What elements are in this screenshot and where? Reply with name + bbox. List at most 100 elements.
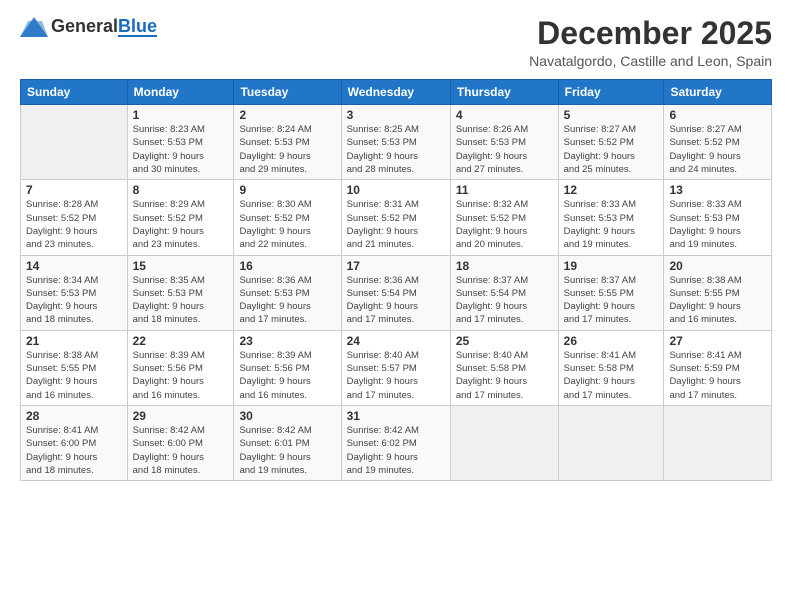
weekday-header-row: SundayMondayTuesdayWednesdayThursdayFrid… (21, 80, 772, 105)
day-number: 22 (133, 334, 229, 348)
calendar-cell: 2Sunrise: 8:24 AM Sunset: 5:53 PM Daylig… (234, 105, 341, 180)
calendar-cell: 8Sunrise: 8:29 AM Sunset: 5:52 PM Daylig… (127, 180, 234, 255)
day-number: 23 (239, 334, 335, 348)
calendar-week-row: 28Sunrise: 8:41 AM Sunset: 6:00 PM Dayli… (21, 405, 772, 480)
day-number: 30 (239, 409, 335, 423)
day-number: 16 (239, 259, 335, 273)
calendar-cell: 17Sunrise: 8:36 AM Sunset: 5:54 PM Dayli… (341, 255, 450, 330)
day-number: 3 (347, 108, 445, 122)
day-info: Sunrise: 8:38 AM Sunset: 5:55 PM Dayligh… (26, 349, 122, 402)
day-number: 11 (456, 183, 553, 197)
day-info: Sunrise: 8:42 AM Sunset: 6:00 PM Dayligh… (133, 424, 229, 477)
logo: GeneralBlue (20, 16, 157, 37)
calendar-cell: 15Sunrise: 8:35 AM Sunset: 5:53 PM Dayli… (127, 255, 234, 330)
day-info: Sunrise: 8:28 AM Sunset: 5:52 PM Dayligh… (26, 198, 122, 251)
weekday-header-monday: Monday (127, 80, 234, 105)
day-info: Sunrise: 8:25 AM Sunset: 5:53 PM Dayligh… (347, 123, 445, 176)
day-info: Sunrise: 8:38 AM Sunset: 5:55 PM Dayligh… (669, 274, 766, 327)
calendar-cell: 1Sunrise: 8:23 AM Sunset: 5:53 PM Daylig… (127, 105, 234, 180)
day-number: 25 (456, 334, 553, 348)
calendar-cell: 21Sunrise: 8:38 AM Sunset: 5:55 PM Dayli… (21, 330, 128, 405)
weekday-header-sunday: Sunday (21, 80, 128, 105)
month-title: December 2025 (529, 16, 772, 51)
day-info: Sunrise: 8:24 AM Sunset: 5:53 PM Dayligh… (239, 123, 335, 176)
calendar-cell: 31Sunrise: 8:42 AM Sunset: 6:02 PM Dayli… (341, 405, 450, 480)
weekday-header-tuesday: Tuesday (234, 80, 341, 105)
day-number: 9 (239, 183, 335, 197)
day-info: Sunrise: 8:42 AM Sunset: 6:02 PM Dayligh… (347, 424, 445, 477)
day-number: 28 (26, 409, 122, 423)
day-number: 1 (133, 108, 229, 122)
calendar-cell (450, 405, 558, 480)
calendar-cell: 14Sunrise: 8:34 AM Sunset: 5:53 PM Dayli… (21, 255, 128, 330)
calendar-cell: 10Sunrise: 8:31 AM Sunset: 5:52 PM Dayli… (341, 180, 450, 255)
logo-text-blue: Blue (118, 17, 157, 37)
calendar-cell: 26Sunrise: 8:41 AM Sunset: 5:58 PM Dayli… (558, 330, 664, 405)
day-info: Sunrise: 8:41 AM Sunset: 5:58 PM Dayligh… (564, 349, 659, 402)
calendar-cell: 25Sunrise: 8:40 AM Sunset: 5:58 PM Dayli… (450, 330, 558, 405)
day-info: Sunrise: 8:31 AM Sunset: 5:52 PM Dayligh… (347, 198, 445, 251)
day-number: 13 (669, 183, 766, 197)
day-number: 8 (133, 183, 229, 197)
day-number: 10 (347, 183, 445, 197)
day-number: 19 (564, 259, 659, 273)
calendar-cell: 6Sunrise: 8:27 AM Sunset: 5:52 PM Daylig… (664, 105, 772, 180)
day-info: Sunrise: 8:32 AM Sunset: 5:52 PM Dayligh… (456, 198, 553, 251)
weekday-header-wednesday: Wednesday (341, 80, 450, 105)
calendar-cell: 22Sunrise: 8:39 AM Sunset: 5:56 PM Dayli… (127, 330, 234, 405)
day-number: 5 (564, 108, 659, 122)
day-info: Sunrise: 8:29 AM Sunset: 5:52 PM Dayligh… (133, 198, 229, 251)
day-info: Sunrise: 8:26 AM Sunset: 5:53 PM Dayligh… (456, 123, 553, 176)
calendar-week-row: 14Sunrise: 8:34 AM Sunset: 5:53 PM Dayli… (21, 255, 772, 330)
weekday-header-thursday: Thursday (450, 80, 558, 105)
calendar-cell: 27Sunrise: 8:41 AM Sunset: 5:59 PM Dayli… (664, 330, 772, 405)
calendar-cell: 12Sunrise: 8:33 AM Sunset: 5:53 PM Dayli… (558, 180, 664, 255)
calendar-cell (664, 405, 772, 480)
day-number: 20 (669, 259, 766, 273)
day-info: Sunrise: 8:35 AM Sunset: 5:53 PM Dayligh… (133, 274, 229, 327)
day-number: 14 (26, 259, 122, 273)
calendar-cell: 11Sunrise: 8:32 AM Sunset: 5:52 PM Dayli… (450, 180, 558, 255)
weekday-header-friday: Friday (558, 80, 664, 105)
calendar-cell: 18Sunrise: 8:37 AM Sunset: 5:54 PM Dayli… (450, 255, 558, 330)
day-info: Sunrise: 8:33 AM Sunset: 5:53 PM Dayligh… (564, 198, 659, 251)
calendar-week-row: 7Sunrise: 8:28 AM Sunset: 5:52 PM Daylig… (21, 180, 772, 255)
day-info: Sunrise: 8:27 AM Sunset: 5:52 PM Dayligh… (564, 123, 659, 176)
day-number: 17 (347, 259, 445, 273)
day-info: Sunrise: 8:36 AM Sunset: 5:53 PM Dayligh… (239, 274, 335, 327)
title-block: December 2025 Navatalgordo, Castille and… (529, 16, 772, 69)
calendar-cell: 30Sunrise: 8:42 AM Sunset: 6:01 PM Dayli… (234, 405, 341, 480)
logo-text-general: General (51, 16, 118, 37)
day-number: 2 (239, 108, 335, 122)
day-number: 31 (347, 409, 445, 423)
day-info: Sunrise: 8:42 AM Sunset: 6:01 PM Dayligh… (239, 424, 335, 477)
day-info: Sunrise: 8:23 AM Sunset: 5:53 PM Dayligh… (133, 123, 229, 176)
day-number: 7 (26, 183, 122, 197)
day-number: 18 (456, 259, 553, 273)
day-info: Sunrise: 8:37 AM Sunset: 5:54 PM Dayligh… (456, 274, 553, 327)
calendar-week-row: 1Sunrise: 8:23 AM Sunset: 5:53 PM Daylig… (21, 105, 772, 180)
day-info: Sunrise: 8:27 AM Sunset: 5:52 PM Dayligh… (669, 123, 766, 176)
day-number: 21 (26, 334, 122, 348)
calendar-cell: 23Sunrise: 8:39 AM Sunset: 5:56 PM Dayli… (234, 330, 341, 405)
calendar-cell: 20Sunrise: 8:38 AM Sunset: 5:55 PM Dayli… (664, 255, 772, 330)
day-info: Sunrise: 8:37 AM Sunset: 5:55 PM Dayligh… (564, 274, 659, 327)
weekday-header-saturday: Saturday (664, 80, 772, 105)
calendar-cell: 13Sunrise: 8:33 AM Sunset: 5:53 PM Dayli… (664, 180, 772, 255)
calendar-cell: 16Sunrise: 8:36 AM Sunset: 5:53 PM Dayli… (234, 255, 341, 330)
day-info: Sunrise: 8:39 AM Sunset: 5:56 PM Dayligh… (133, 349, 229, 402)
calendar-cell: 4Sunrise: 8:26 AM Sunset: 5:53 PM Daylig… (450, 105, 558, 180)
day-number: 6 (669, 108, 766, 122)
day-info: Sunrise: 8:41 AM Sunset: 6:00 PM Dayligh… (26, 424, 122, 477)
day-info: Sunrise: 8:36 AM Sunset: 5:54 PM Dayligh… (347, 274, 445, 327)
calendar-week-row: 21Sunrise: 8:38 AM Sunset: 5:55 PM Dayli… (21, 330, 772, 405)
day-info: Sunrise: 8:33 AM Sunset: 5:53 PM Dayligh… (669, 198, 766, 251)
header: GeneralBlue December 2025 Navatalgordo, … (20, 16, 772, 69)
logo-icon (20, 17, 48, 37)
day-info: Sunrise: 8:30 AM Sunset: 5:52 PM Dayligh… (239, 198, 335, 251)
day-number: 24 (347, 334, 445, 348)
page: GeneralBlue December 2025 Navatalgordo, … (0, 0, 792, 612)
calendar-cell: 9Sunrise: 8:30 AM Sunset: 5:52 PM Daylig… (234, 180, 341, 255)
day-number: 4 (456, 108, 553, 122)
calendar-cell (21, 105, 128, 180)
